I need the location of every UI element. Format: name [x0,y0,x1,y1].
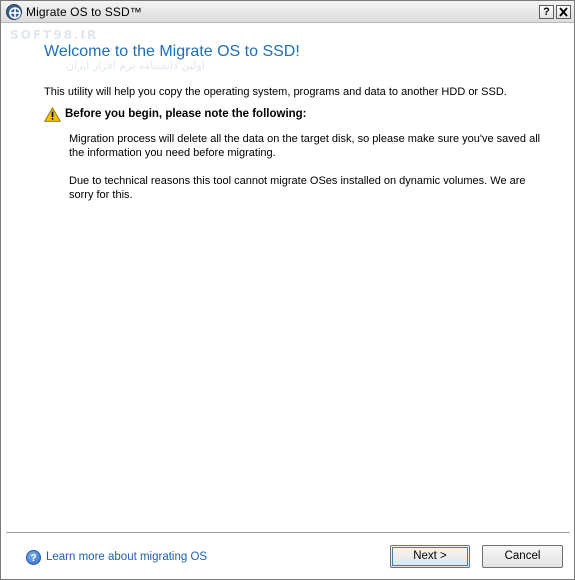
close-icon [559,7,568,17]
learn-more-link[interactable]: ? Learn more about migrating OS [26,549,207,565]
learn-more-label: Learn more about migrating OS [46,551,208,563]
cancel-button[interactable]: Cancel [482,545,563,568]
title-bar[interactable]: Migrate OS to SSD™ ? [1,1,574,23]
migrate-os-dialog: Migrate OS to SSD™ ? SOFT98.IR اولین دان… [0,0,575,580]
page-title: Welcome to the Migrate OS to SSD! [44,43,300,60]
window-title: Migrate OS to SSD™ [26,5,142,19]
note-dynamic-volumes: Due to technical reasons this tool canno… [69,175,526,201]
close-button[interactable] [556,5,571,19]
note-data-deletion: Migration process will delete all the da… [69,133,541,159]
app-icon [6,4,22,20]
warning-heading: Before you begin, please note the follow… [65,108,307,120]
help-button[interactable]: ? [539,5,554,19]
next-button[interactable]: Next > [390,545,470,568]
watermark-line-1: SOFT98.IR [10,28,99,42]
help-icon: ? [26,549,41,565]
intro-text: This utility will help you copy the oper… [44,86,507,98]
warning-icon [44,107,61,122]
footer-divider [6,532,570,534]
